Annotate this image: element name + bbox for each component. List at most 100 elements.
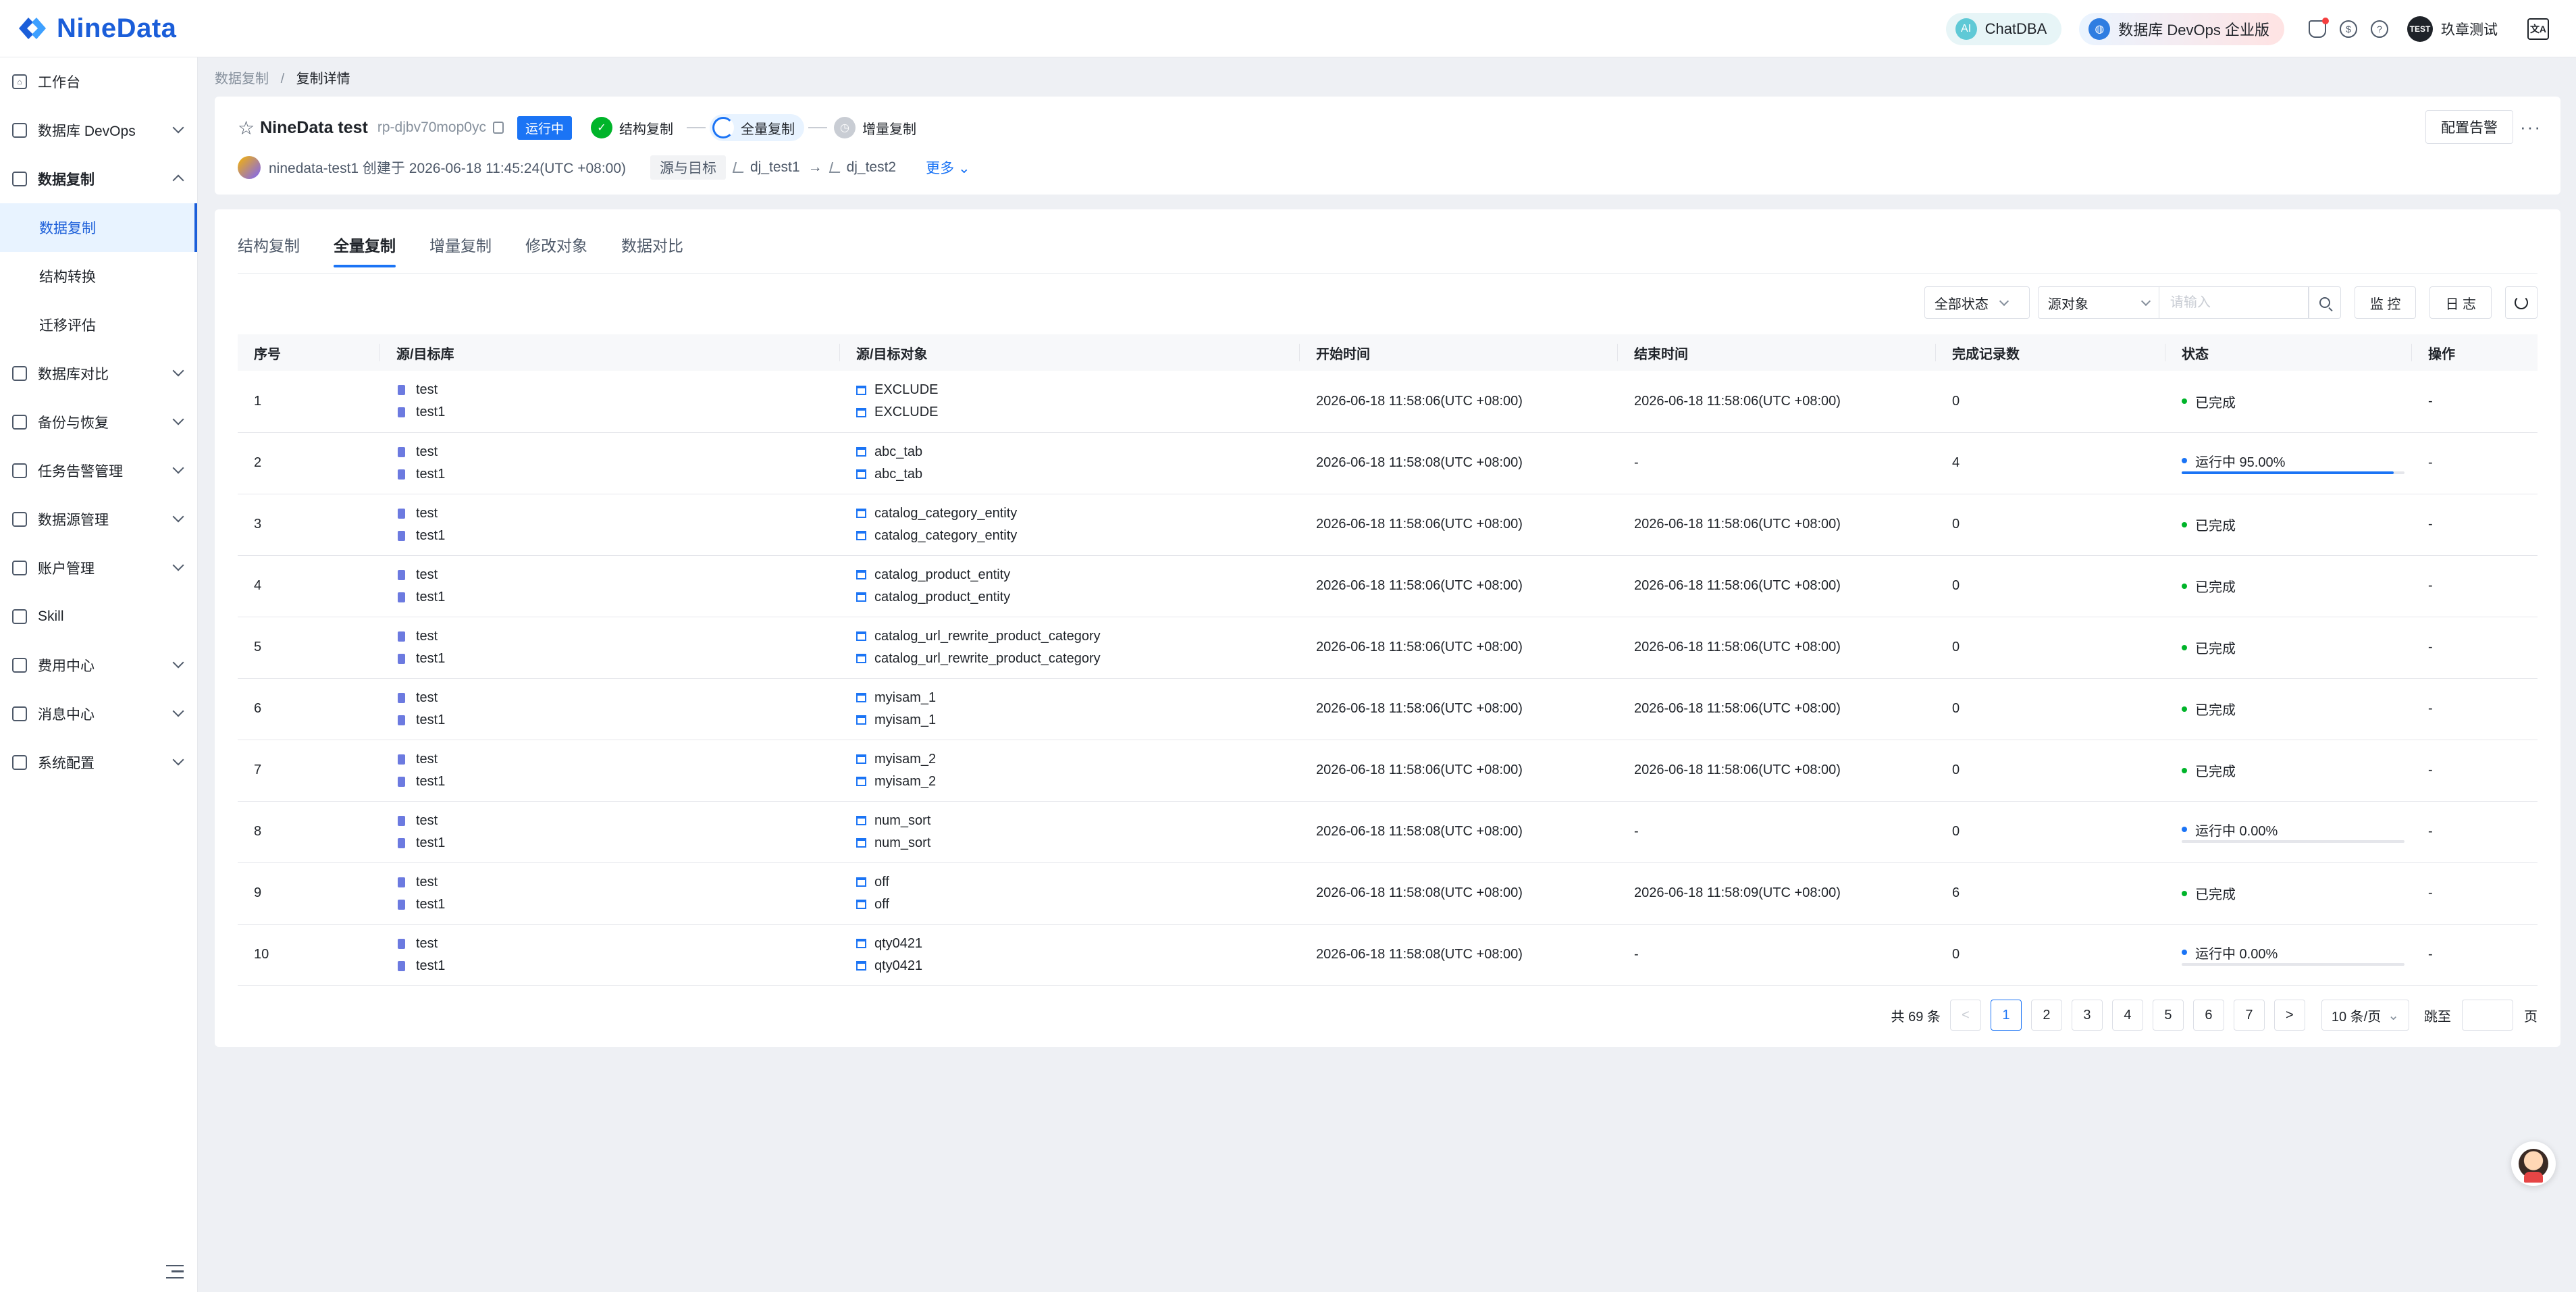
sidebar-subitem-migration-eval[interactable]: 迁移评估 <box>0 301 197 349</box>
prev-page-button[interactable]: < <box>1949 1000 1981 1031</box>
source-object: qty0421 <box>874 935 923 951</box>
page-button[interactable]: 6 <box>2192 1000 2224 1031</box>
page-button[interactable]: 4 <box>2111 1000 2143 1031</box>
page-button[interactable]: 3 <box>2071 1000 2103 1031</box>
status-dot <box>2182 521 2187 527</box>
database-icon <box>398 815 405 826</box>
full-copy-table: 序号 源/目标库 源/目标对象 开始时间 结束时间 完成记录数 状态 操作 1t… <box>238 334 2538 986</box>
column-header: 结束时间 <box>1618 334 1936 371</box>
sidebar-item-alerts[interactable]: 任务告警管理 <box>0 446 197 495</box>
user-avatar[interactable]: TEST <box>2407 16 2433 42</box>
database-icon <box>398 877 405 887</box>
chevron-down-icon <box>2140 296 2151 306</box>
source-object: myisam_1 <box>874 690 937 705</box>
tab-incremental[interactable]: 增量复制 <box>429 230 492 273</box>
brand-logo[interactable]: NineData <box>15 11 176 46</box>
tab-schema[interactable]: 结构复制 <box>238 230 300 273</box>
more-actions-icon[interactable]: ··· <box>2520 117 2542 138</box>
chatdba-button[interactable]: AI ChatDBA <box>1945 12 2062 45</box>
source-db: test <box>416 935 438 951</box>
sidebar-item-datasource[interactable]: 数据源管理 <box>0 495 197 544</box>
status-cell: 已完成 <box>2165 494 2412 556</box>
tab-modify-objects[interactable]: 修改对象 <box>525 230 587 273</box>
sidebar-item-label: 数据源管理 <box>38 513 109 528</box>
breadcrumb-current: 复制详情 <box>296 72 350 86</box>
sidebar-item-settings[interactable]: 系统配置 <box>0 738 197 787</box>
page-size-select[interactable]: 10 条/页 ⌄ <box>2321 1000 2409 1031</box>
search-input[interactable] <box>2159 287 2308 318</box>
sidebar-item-messages[interactable]: 消息中心 <box>0 690 197 738</box>
source-object: catalog_category_entity <box>874 505 1018 521</box>
object-cell: off off <box>840 862 1300 925</box>
next-page-button[interactable]: > <box>2273 1000 2305 1031</box>
target-datasource[interactable]: dj_test2 <box>847 159 897 176</box>
globe-icon: ◍ <box>2088 18 2111 40</box>
page-button[interactable]: 1 <box>1990 1000 2022 1031</box>
source-db: test <box>416 812 438 828</box>
chevron-down-icon <box>172 754 184 766</box>
table-icon <box>856 385 866 395</box>
sidebar-item-db-compare[interactable]: 数据库对比 <box>0 349 197 398</box>
source-datasource[interactable]: dj_test1 <box>750 159 800 176</box>
sidebar-subitem-replication[interactable]: 数据复制 <box>0 203 197 252</box>
table-row: 6 test test1 myisam_1 myisam_1 2026-06-18 11:… <box>238 678 2538 740</box>
support-assistant-avatar[interactable] <box>2511 1141 2556 1186</box>
mail-icon <box>12 706 27 721</box>
sidebar-item-billing[interactable]: 费用中心 <box>0 641 197 690</box>
notification-bell-icon[interactable] <box>2309 17 2329 38</box>
table-icon <box>856 469 866 479</box>
status-filter-value: 全部状态 <box>1934 296 1989 312</box>
log-button[interactable]: 日 志 <box>2429 286 2492 319</box>
progress-bar <box>2182 962 2404 966</box>
help-icon[interactable]: ? <box>2371 20 2388 38</box>
devops-edition-button[interactable]: ◍ 数据库 DevOps 企业版 <box>2079 12 2284 45</box>
end-time: 2026-06-18 11:58:06(UTC +08:00) <box>1618 617 1936 679</box>
creator-avatar <box>238 156 261 179</box>
page-button[interactable]: 7 <box>2233 1000 2265 1031</box>
currency-icon[interactable]: $ <box>2340 20 2357 38</box>
collapse-sidebar-icon[interactable] <box>166 1265 184 1278</box>
user-name[interactable]: 玖章测试 <box>2441 19 2498 39</box>
sidebar-item-backup[interactable]: 备份与恢复 <box>0 398 197 446</box>
progress-bar <box>2182 839 2404 843</box>
page-button[interactable]: 5 <box>2152 1000 2184 1031</box>
step-incremental[interactable]: ◷ 增量复制 <box>831 114 926 141</box>
sidebar-item-label: 数据复制 <box>39 221 96 236</box>
search-button[interactable] <box>2308 286 2341 319</box>
sidebar-item-accounts[interactable]: 账户管理 <box>0 544 197 592</box>
object-filter-select[interactable]: 源对象 <box>2037 286 2159 319</box>
datasource-icon <box>732 162 747 173</box>
target-db: test1 <box>416 589 446 604</box>
favorite-star-icon[interactable]: ☆ <box>238 117 255 139</box>
monitor-button[interactable]: 监 控 <box>2354 286 2417 319</box>
sidebar-item-workbench[interactable]: ⌂ 工作台 <box>0 57 197 106</box>
breadcrumb-parent[interactable]: 数据复制 <box>215 72 269 86</box>
db-cell: test test1 <box>380 555 840 617</box>
refresh-button[interactable] <box>2505 286 2538 319</box>
step-schema[interactable]: ✓ 结构复制 <box>588 114 683 141</box>
sidebar-subitem-schema-convert[interactable]: 结构转换 <box>0 252 197 301</box>
status-text: 已完成 <box>2195 642 2236 656</box>
copy-icon[interactable] <box>492 122 504 134</box>
chevron-down-icon <box>172 462 184 474</box>
sidebar-item-skill[interactable]: Skill <box>0 592 197 641</box>
tab-full[interactable]: 全量复制 <box>334 230 396 273</box>
tab-data-compare[interactable]: 数据对比 <box>621 230 683 273</box>
page-suffix: 页 <box>2524 1009 2538 1025</box>
table-icon <box>856 877 866 887</box>
configure-alert-button[interactable]: 配置告警 <box>2425 110 2513 144</box>
target-db: test1 <box>416 896 446 912</box>
sidebar-item-replication[interactable]: 数据复制 <box>0 155 197 203</box>
start-time: 2026-06-18 11:58:08(UTC +08:00) <box>1300 924 1618 986</box>
status-filter-select[interactable]: 全部状态 <box>1924 286 2030 319</box>
sidebar-item-label: 数据库 DevOps <box>38 124 136 139</box>
target-object: qty0421 <box>874 958 923 973</box>
table-icon <box>856 939 866 948</box>
step-full[interactable]: 全量复制 <box>709 114 804 141</box>
sidebar-item-devops[interactable]: 数据库 DevOps <box>0 106 197 155</box>
db-cell: test test1 <box>380 740 840 802</box>
page-button[interactable]: 2 <box>2030 1000 2062 1031</box>
language-switch-icon[interactable]: 文A <box>2527 18 2549 40</box>
more-link[interactable]: 更多 ⌄ <box>926 157 970 178</box>
jump-page-input[interactable] <box>2462 1000 2513 1031</box>
